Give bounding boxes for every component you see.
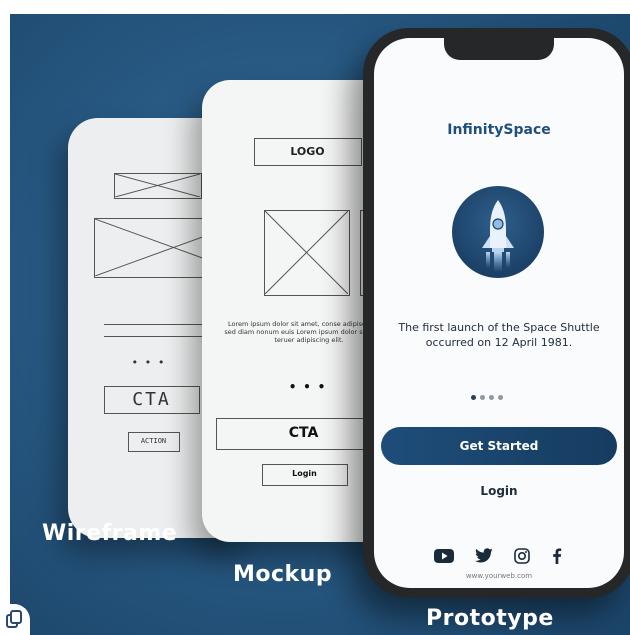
mockup-logo-box: LOGO [254, 138, 362, 166]
pager-dot[interactable] [489, 395, 494, 400]
twitter-icon[interactable] [474, 548, 494, 566]
pager-dot[interactable] [498, 395, 503, 400]
instagram-icon[interactable] [514, 548, 530, 566]
youtube-icon[interactable] [434, 548, 454, 566]
website-url[interactable]: www.yourweb.com [374, 572, 624, 580]
social-icons-row [430, 548, 570, 568]
phone-notch [444, 38, 554, 60]
showcase-canvas: • • • CTA ACTION LOGO Lorem ipsum dolor … [0, 0, 630, 635]
wireframe-caption: Wireframe [42, 521, 178, 546]
mockup-image-placeholder [264, 210, 350, 296]
pager-dot[interactable] [471, 395, 476, 400]
prototype-caption: Prototype [426, 606, 554, 631]
mockup-login-button: Login [262, 464, 348, 486]
pager-dots[interactable] [469, 385, 529, 400]
prototype-screen: InfinitySpace The first launch of the Sp… [374, 38, 624, 588]
top-border [0, 0, 630, 14]
pager-dot[interactable] [480, 395, 485, 400]
mockup-login-label: Login [292, 469, 317, 478]
corner-badge-icon [0, 604, 30, 635]
wireframe-logo-placeholder [114, 173, 202, 199]
wireframe-cta-label: CTA [132, 389, 171, 410]
wireframe-action-label: ACTION [140, 437, 167, 445]
rocket-icon [452, 186, 544, 278]
facebook-icon[interactable] [552, 548, 562, 566]
wireframe-cta-button: CTA [104, 386, 200, 414]
slide-description: The first launch of the Space Shuttle oc… [398, 321, 600, 349]
wireframe-action-button: ACTION [128, 432, 180, 452]
app-brand-name: InfinitySpace [447, 122, 551, 138]
get-started-button[interactable]: Get Started [381, 427, 617, 465]
mockup-caption: Mockup [233, 562, 333, 587]
left-border [0, 0, 10, 635]
prototype-phone: InfinitySpace The first launch of the Sp… [363, 28, 630, 598]
mockup-pager-dots: • • • [288, 380, 326, 394]
mockup-logo-label: LOGO [290, 145, 325, 158]
login-link[interactable]: Login [374, 484, 624, 498]
wireframe-pager-dots: • • • [131, 356, 165, 369]
